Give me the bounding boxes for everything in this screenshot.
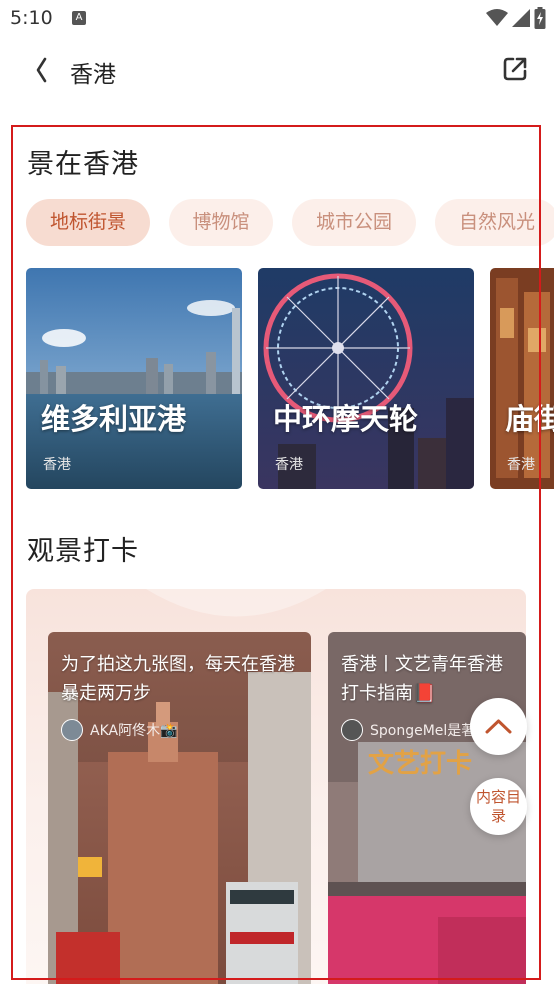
chip-nature[interactable]: 自然风光	[435, 199, 554, 246]
note-author-name: AKA阿佟木📸	[90, 723, 178, 739]
page-title: 香港	[70, 62, 116, 88]
table-of-contents-button[interactable]: 内容目录	[470, 778, 527, 835]
chip-landmark-street[interactable]: 地标街景	[26, 199, 150, 246]
wifi-icon	[486, 9, 508, 26]
scenic-card-location: 香港	[43, 457, 71, 473]
scenic-card-name: 中环摩天轮	[273, 402, 419, 436]
scenic-card-location: 香港	[507, 457, 535, 473]
battery-icon	[534, 7, 546, 29]
share-icon[interactable]	[500, 54, 530, 84]
scenic-card-temple-street[interactable]: 庙街 香港	[490, 268, 554, 489]
svg-text:文艺打卡: 文艺打卡	[368, 748, 472, 779]
note-author-name: SpongeMel是著	[370, 723, 476, 739]
note-title: 为了拍这九张图，每天在香港暴走两万步	[61, 654, 295, 704]
scenic-card-location: 香港	[275, 457, 303, 473]
toc-label: 内容目录	[475, 788, 521, 825]
note-author[interactable]: AKA阿佟木📸	[61, 718, 178, 742]
back-icon[interactable]	[30, 54, 54, 86]
note-author[interactable]: SpongeMel是著	[341, 718, 475, 742]
status-icons	[486, 7, 546, 29]
status-bar: 5:10 A	[0, 0, 554, 36]
scroll-to-top-button[interactable]	[470, 698, 527, 755]
note-card[interactable]: 为了拍这九张图，每天在香港暴走两万步 AKA阿佟木📸	[48, 632, 311, 984]
scenic-card-name: 庙街	[505, 402, 554, 436]
scenic-section-title: 景在香港	[27, 149, 139, 180]
scenic-card-central-ferris-wheel[interactable]: 中环摩天轮 香港	[258, 268, 474, 489]
chevron-up-icon	[485, 719, 512, 734]
scenic-card-name: 维多利亚港	[41, 402, 187, 436]
checkin-section-title: 观景打卡	[27, 536, 139, 567]
chip-city-park[interactable]: 城市公园	[292, 199, 416, 246]
avatar	[61, 719, 83, 741]
nav-bar: 香港	[0, 40, 554, 100]
android-notification-icon: A	[72, 11, 86, 25]
status-time: 5:10	[10, 7, 53, 29]
signal-icon	[512, 9, 530, 27]
chip-museum[interactable]: 博物馆	[169, 199, 273, 246]
scenic-card-victoria-harbour[interactable]: 维多利亚港 香港	[26, 268, 242, 489]
avatar	[341, 719, 363, 741]
